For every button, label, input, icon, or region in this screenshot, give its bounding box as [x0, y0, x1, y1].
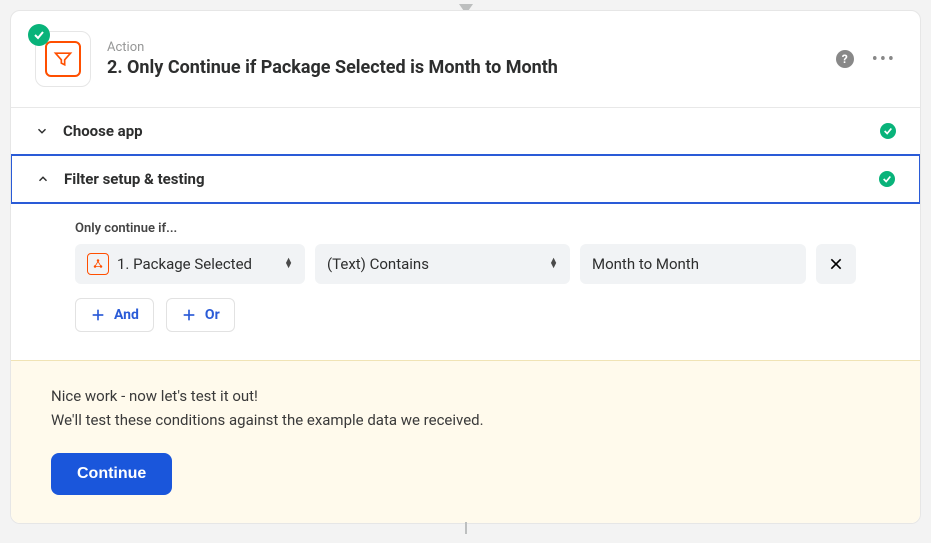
and-label: And	[114, 307, 139, 323]
check-icon	[879, 171, 895, 187]
action-card: Action 2. Only Continue if Package Selec…	[10, 10, 921, 524]
add-and-button[interactable]: And	[75, 298, 154, 332]
more-menu-icon[interactable]: •••	[872, 49, 896, 70]
sort-icon: ▲▼	[284, 259, 293, 269]
close-icon	[828, 256, 844, 272]
plus-icon	[90, 307, 106, 323]
filter-body: Only continue if... 1. Package Selected …	[11, 203, 920, 360]
filter-icon	[45, 41, 81, 77]
field-value-text: Month to Month	[592, 255, 794, 273]
section-filter-setup[interactable]: Filter setup & testing	[10, 154, 921, 204]
section-choose-app[interactable]: Choose app	[11, 108, 920, 155]
chevron-up-icon	[36, 172, 50, 186]
status-check-badge	[28, 24, 50, 46]
field-value-input[interactable]: Month to Month	[580, 244, 806, 284]
condition-row: 1. Package Selected ▲▼ (Text) Contains ▲…	[75, 244, 856, 284]
header-title: 2. Only Continue if Package Selected is …	[107, 57, 820, 78]
or-label: Or	[205, 307, 220, 323]
card-header: Action 2. Only Continue if Package Selec…	[11, 11, 920, 108]
continue-button[interactable]: Continue	[51, 453, 172, 495]
field-operator-text: (Text) Contains	[327, 255, 541, 273]
delete-condition-button[interactable]	[816, 244, 856, 284]
test-line-2: We'll test these conditions against the …	[51, 411, 880, 429]
connector-line-bottom	[465, 522, 467, 534]
field-operator-select[interactable]: (Text) Contains ▲▼	[315, 244, 570, 284]
field-source-select[interactable]: 1. Package Selected ▲▼	[75, 244, 305, 284]
app-mini-icon	[87, 253, 109, 275]
field-source-text: 1. Package Selected	[117, 255, 276, 273]
app-icon	[35, 31, 91, 87]
test-panel: Nice work - now let's test it out! We'll…	[11, 360, 920, 523]
plus-icon	[181, 307, 197, 323]
header-text: Action 2. Only Continue if Package Selec…	[107, 40, 820, 78]
check-icon	[880, 123, 896, 139]
only-continue-label: Only continue if...	[75, 221, 856, 236]
header-label: Action	[107, 40, 820, 55]
test-line-1: Nice work - now let's test it out!	[51, 387, 880, 405]
help-icon[interactable]: ?	[836, 50, 854, 68]
section-title-filter-setup: Filter setup & testing	[64, 170, 865, 188]
add-or-button[interactable]: Or	[166, 298, 235, 332]
section-title-choose-app: Choose app	[63, 122, 866, 140]
sort-icon: ▲▼	[549, 259, 558, 269]
chevron-down-icon	[35, 124, 49, 138]
